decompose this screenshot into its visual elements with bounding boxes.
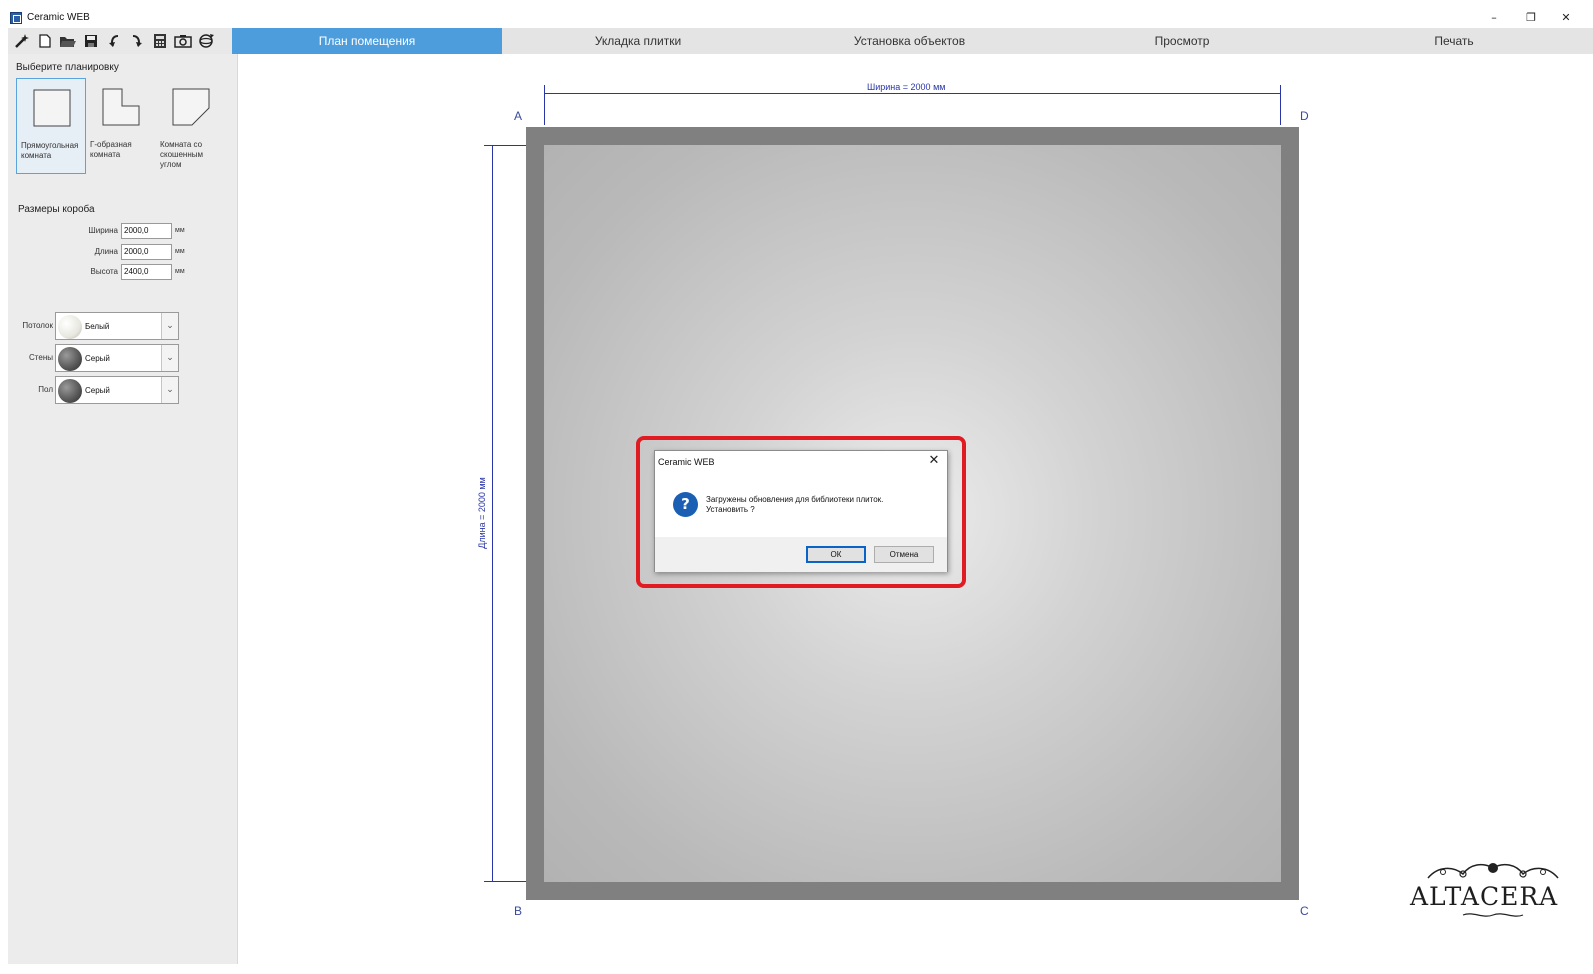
floor-material-select[interactable]: Серый ⌄ [55, 376, 179, 404]
width-dimension-tick-left [544, 85, 545, 125]
height-input[interactable]: 2400,0 [121, 264, 172, 280]
length-dimension-tick-bottom [484, 881, 526, 882]
dialog-title: Ceramic WEB [658, 457, 715, 467]
main-tabs: План помещения Укладка плитки Установка … [232, 28, 1593, 54]
cancel-button[interactable]: Отмена [874, 546, 934, 563]
walls-label: Стены [29, 353, 53, 362]
minimize-button[interactable]: – [1484, 8, 1504, 28]
l-shaped-room-icon [102, 88, 140, 126]
altacera-logo: ALTACERA [1408, 858, 1593, 920]
dimension-label: Высота [90, 267, 118, 276]
layout-l-shaped-label: Г-образная комната [90, 140, 132, 159]
toolbar [8, 28, 232, 54]
layout-section-title: Выберите планировку [16, 62, 119, 73]
ceiling-swatch [58, 315, 82, 339]
ceiling-material-select[interactable]: Белый ⌄ [55, 312, 179, 340]
rectangle-room-icon [33, 89, 71, 127]
dialog-message-line2: Установить ? [706, 505, 755, 514]
layout-beveled-label: Комната со скошенным углом [160, 140, 203, 169]
update-dialog: Ceramic WEB ✕ ? Загружены обновления для… [654, 450, 948, 572]
wand-icon[interactable] [10, 30, 33, 52]
dimension-width-row: Ширина 2000,0 мм [8, 223, 238, 241]
length-dimension-caption: Длина = 2000 мм [476, 477, 487, 549]
corner-label-b: B [514, 904, 523, 918]
chevron-down-icon[interactable]: ⌄ [161, 377, 178, 403]
ceiling-material-value: Белый [85, 322, 110, 331]
layout-l-shaped[interactable]: Г-образная комната [86, 78, 156, 174]
save-icon[interactable] [79, 30, 102, 52]
length-dimension-line [492, 145, 493, 882]
dimension-unit: мм [175, 268, 185, 275]
floor-material-value: Серый [85, 386, 110, 395]
window-title: Ceramic WEB [27, 12, 90, 23]
dimension-label: Ширина [88, 226, 118, 235]
undo-icon[interactable] [102, 30, 125, 52]
logo-underline-ornament-icon [1462, 913, 1524, 917]
width-dimension-caption: Ширина = 2000 мм [867, 82, 946, 92]
rotate-3d-icon[interactable] [194, 30, 217, 52]
layout-rectangular-label: Прямоугольная комната [21, 141, 79, 160]
close-icon[interactable]: ✕ [927, 453, 941, 469]
floor-swatch [58, 379, 82, 403]
ok-button[interactable]: ОК [806, 546, 866, 563]
corner-label-c: C [1300, 904, 1309, 918]
tab-tile-laying[interactable]: Укладка плитки [502, 28, 774, 54]
width-dimension-tick-right [1280, 85, 1281, 125]
floor-label: Пол [38, 385, 53, 394]
title-bar: Ceramic WEB – ❐ ✕ [0, 8, 1593, 28]
walls-material-row: Стены Серый ⌄ [8, 344, 238, 372]
dimension-unit: мм [175, 227, 185, 234]
tab-print[interactable]: Печать [1319, 28, 1589, 54]
chevron-down-icon[interactable]: ⌄ [161, 313, 178, 339]
logo-ornament-icon [1427, 863, 1559, 879]
floor-material-row: Пол Серый ⌄ [8, 376, 238, 404]
redo-icon[interactable] [125, 30, 148, 52]
app-window: Ceramic WEB – ❐ ✕ План помещения Укладка… [0, 0, 1593, 974]
dimension-label: Длина [94, 247, 118, 256]
width-dimension-line [544, 93, 1281, 94]
dialog-message-line1: Загружены обновления для библиотеки плит… [706, 495, 884, 504]
tab-preview[interactable]: Просмотр [1045, 28, 1319, 54]
ceiling-material-row: Потолок Белый ⌄ [8, 312, 238, 340]
dimension-length-row: Длина 2000,0 мм [8, 244, 238, 262]
close-window-button[interactable]: ✕ [1556, 8, 1576, 28]
walls-swatch [58, 347, 82, 371]
tab-room-plan[interactable]: План помещения [232, 28, 502, 54]
walls-material-select[interactable]: Серый ⌄ [55, 344, 179, 372]
corner-label-a: A [514, 109, 523, 123]
question-icon: ? [673, 492, 698, 517]
app-icon [10, 12, 22, 24]
layout-beveled-corner[interactable]: Комната со скошенным углом [156, 78, 226, 174]
dimension-height-row: Высота 2400,0 мм [8, 264, 238, 282]
logo-text: ALTACERA [1410, 882, 1559, 911]
open-folder-icon[interactable] [56, 30, 79, 52]
new-file-icon[interactable] [33, 30, 56, 52]
width-input[interactable]: 2000,0 [121, 223, 172, 239]
corner-label-d: D [1300, 109, 1309, 123]
ceiling-label: Потолок [22, 321, 53, 330]
restore-button[interactable]: ❐ [1521, 8, 1541, 28]
dialog-message: Загружены обновления для библиотеки плит… [706, 495, 942, 515]
chevron-down-icon[interactable]: ⌄ [161, 345, 178, 371]
camera-icon[interactable] [171, 30, 194, 52]
box-dimensions-title: Размеры короба [18, 204, 95, 215]
beveled-room-icon [172, 88, 210, 126]
tab-object-placement[interactable]: Установка объектов [774, 28, 1045, 54]
length-input[interactable]: 2000,0 [121, 244, 172, 260]
walls-material-value: Серый [85, 354, 110, 363]
left-panel: Выберите планировку Прямоугольная комнат… [8, 54, 238, 964]
length-dimension-tick-top [484, 145, 526, 146]
dialog-footer: ОК Отмена [655, 537, 947, 572]
layout-rectangular[interactable]: Прямоугольная комната [16, 78, 86, 174]
calculator-icon[interactable] [148, 30, 171, 52]
dimension-unit: мм [175, 248, 185, 255]
